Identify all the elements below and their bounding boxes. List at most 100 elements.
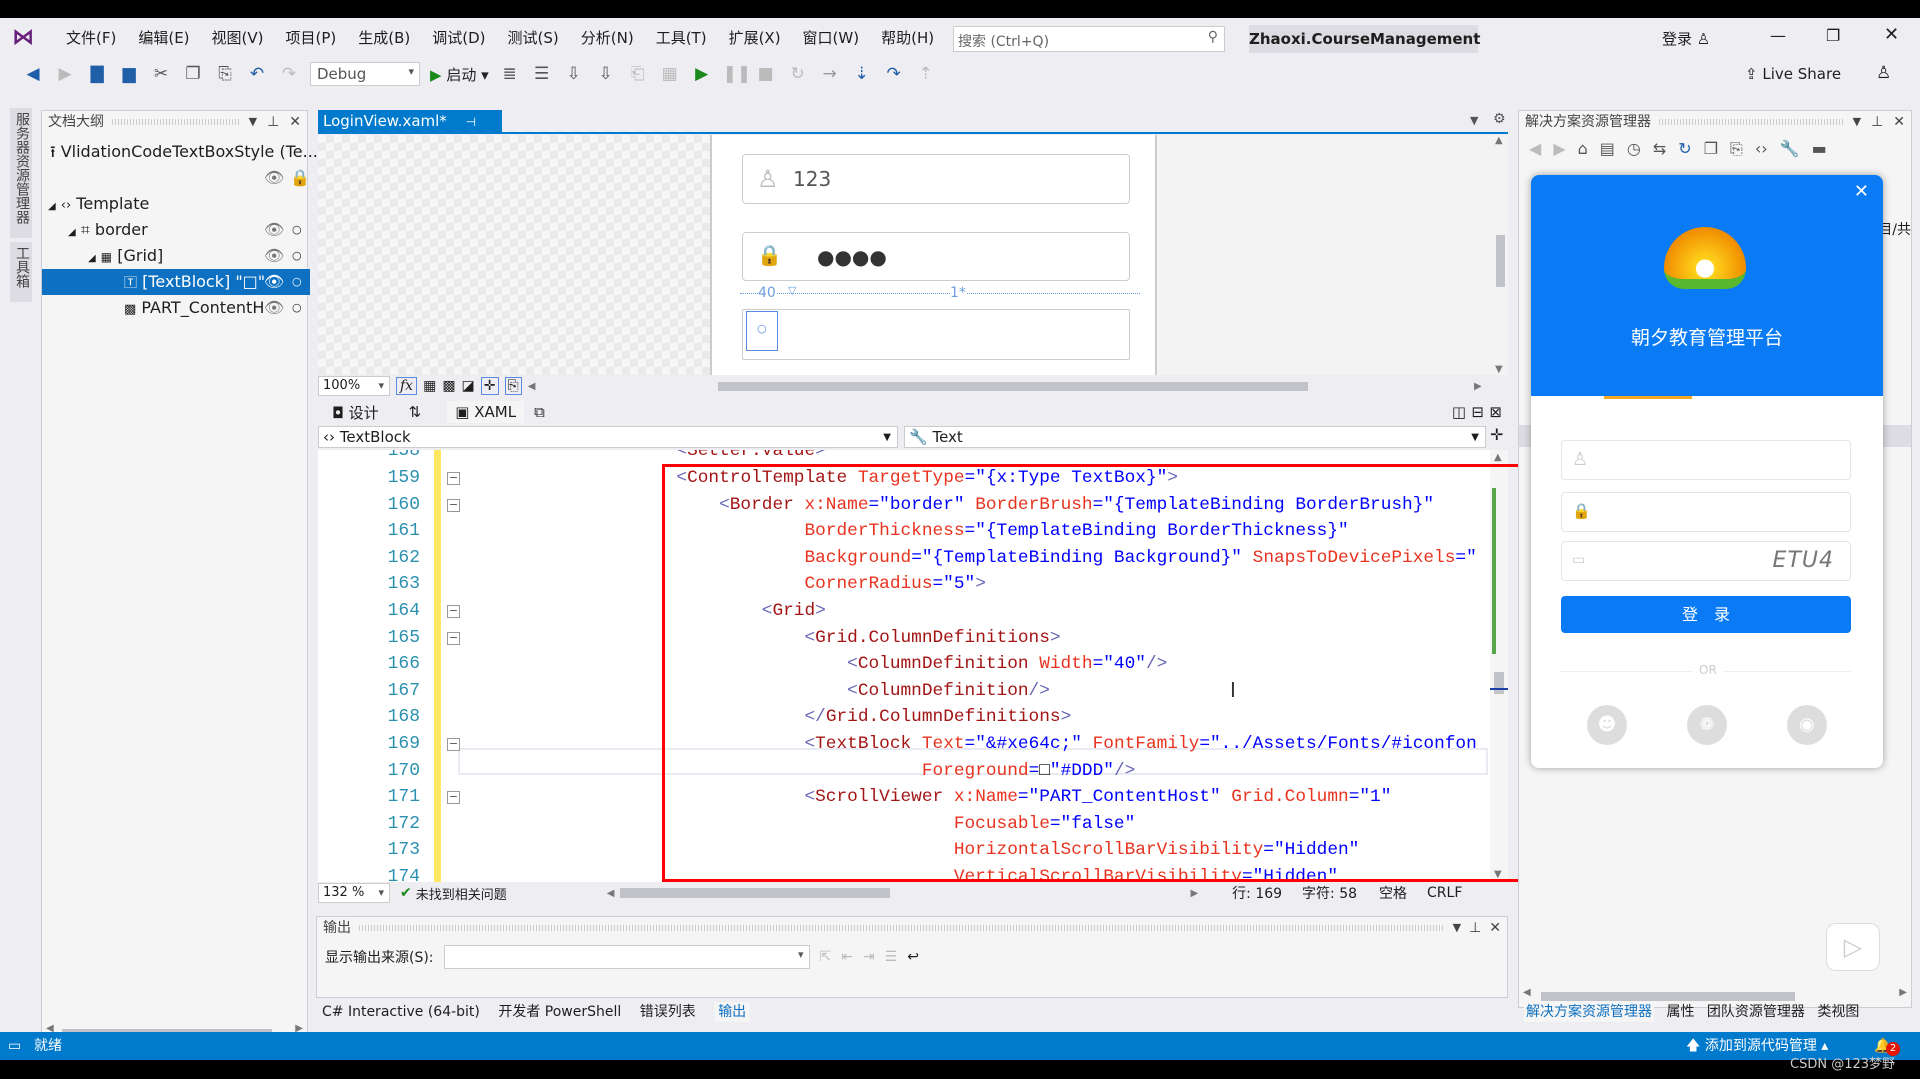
stop-icon[interactable]: ■: [755, 64, 777, 84]
pending-changes-icon[interactable]: ◷: [1627, 139, 1641, 159]
editor-tab-loginview[interactable]: LoginView.xaml* ⊣ ✕: [318, 110, 502, 153]
back-icon[interactable]: ◀: [22, 64, 44, 84]
save-all-icon[interactable]: ▆: [118, 64, 140, 84]
minimize-button[interactable]: —: [1770, 26, 1786, 45]
tab-class-view[interactable]: 类视图: [1817, 1004, 1859, 1020]
tab-output[interactable]: 输出: [714, 1002, 751, 1022]
menu-debug[interactable]: 调试(D): [421, 27, 496, 49]
comment-icon[interactable]: ☰: [531, 64, 553, 84]
menu-edit[interactable]: 编辑(E): [127, 27, 200, 49]
close-icon[interactable]: ✕: [289, 111, 301, 133]
close-icon[interactable]: ✕: [1893, 111, 1905, 133]
menu-file[interactable]: 文件(F): [55, 27, 127, 49]
menu-test[interactable]: 测试(S): [497, 27, 570, 49]
toolbox-tab[interactable]: 工具箱: [10, 242, 32, 302]
menu-build[interactable]: 生成(B): [347, 27, 421, 49]
start-button[interactable]: ▶ 启动 ▾: [430, 64, 489, 85]
login-password-field[interactable]: 🔒: [1561, 492, 1851, 532]
scroll-left-icon[interactable]: ◀: [528, 381, 536, 392]
scroll-right-icon[interactable]: ▶: [1474, 381, 1482, 392]
search-box[interactable]: 搜索 (Ctrl+Q) ⚲: [953, 26, 1225, 52]
captcha-preview-field[interactable]: [742, 309, 1130, 360]
popout-icon[interactable]: ⧉: [534, 403, 545, 421]
split-vertical-icon[interactable]: ◫: [1452, 403, 1466, 421]
tab-overflow-icon[interactable]: ▼: [1470, 114, 1478, 127]
pin-icon[interactable]: ⊥: [1469, 917, 1481, 939]
tree-item-border[interactable]: ◢ ⌗ border 👁 ○: [42, 217, 310, 243]
attach-icon[interactable]: ⎗: [627, 64, 649, 84]
xaml-designer[interactable]: ♙ 123 🔒 ●●●● 40 ▽ 1* ○ ▲ ▼: [318, 135, 1508, 393]
collapse-icon[interactable]: −: [447, 791, 460, 805]
cut-icon[interactable]: ✂: [150, 64, 172, 84]
scroll-up-icon[interactable]: ▲: [1495, 135, 1503, 146]
feedback-icon[interactable]: ♙: [1876, 63, 1891, 83]
save-icon[interactable]: ▇: [86, 64, 108, 84]
snap-lines-icon[interactable]: ✛: [480, 377, 499, 395]
collapse-all-icon[interactable]: ❐: [1704, 139, 1718, 159]
swap-panes-icon[interactable]: ⇅: [409, 403, 422, 421]
username-preview-field[interactable]: ♙ 123: [742, 154, 1130, 204]
menu-view[interactable]: 视图(V): [201, 27, 275, 49]
copy-icon[interactable]: ❐: [182, 64, 204, 84]
sign-in-button[interactable]: 登录 ♙: [1662, 28, 1710, 49]
preview-icon[interactable]: ▬: [1812, 139, 1827, 159]
paste-icon[interactable]: ⎘: [214, 64, 236, 84]
dropdown-icon[interactable]: ▼: [1853, 111, 1861, 133]
artboard-icon[interactable]: ◪: [462, 378, 475, 394]
collapse-icon[interactable]: −: [447, 631, 460, 645]
close-icon[interactable]: ✕: [1854, 181, 1869, 202]
back-icon[interactable]: ◀: [1529, 139, 1541, 159]
lock-dot-icon[interactable]: ○: [292, 217, 302, 243]
sync-icon[interactable]: ⇆: [1653, 139, 1666, 159]
qq-login-button[interactable]: ☻: [1587, 705, 1627, 745]
designer-vertical-scrollbar[interactable]: ▲ ▼: [1492, 135, 1508, 375]
tree-item-textblock[interactable]: 🅃 [TextBlock] "□" 👁 ○: [42, 269, 310, 295]
designer-zoom-dropdown[interactable]: 100%: [318, 376, 390, 396]
editor-zoom-dropdown[interactable]: 132 %: [318, 883, 390, 903]
column-splitter-icon[interactable]: ▽: [788, 284, 796, 297]
pin-icon[interactable]: ⊣: [466, 115, 476, 129]
element-selector[interactable]: ‹› TextBlock ▼: [318, 426, 898, 448]
weibo-login-button[interactable]: ◉: [1787, 705, 1827, 745]
lock-dot-icon[interactable]: ○: [292, 295, 302, 321]
video-play-overlay-button[interactable]: ▷: [1826, 923, 1880, 971]
switch-views-icon[interactable]: ▤: [1600, 139, 1615, 159]
tab-solution-explorer[interactable]: 解决方案资源管理器: [1524, 1002, 1654, 1022]
login-submit-button[interactable]: 登 录: [1561, 596, 1851, 633]
properties-icon[interactable]: 🔧: [1780, 139, 1800, 159]
eye-icon[interactable]: 👁: [264, 243, 284, 269]
tree-item-content-host[interactable]: ▩ PART_ContentH 👁 ○: [42, 295, 310, 321]
bookmark-icon[interactable]: ⇩: [563, 64, 585, 84]
pin-icon[interactable]: ⊥: [267, 111, 279, 133]
split-horizontal-icon[interactable]: ⊟: [1471, 403, 1484, 421]
step-over-icon[interactable]: ↷: [883, 64, 905, 84]
code-horizontal-scrollbar-thumb[interactable]: [620, 888, 891, 898]
scroll-right-icon[interactable]: ▶: [1899, 987, 1907, 998]
output-source-dropdown[interactable]: [443, 945, 810, 969]
outline-root[interactable]: ⭱ VlidationCodeTextBoxStyle (Te...: [42, 139, 318, 165]
lock-dot-icon[interactable]: ○: [292, 269, 302, 295]
collapse-icon[interactable]: −: [447, 472, 460, 485]
scrollbar-thumb[interactable]: [1496, 235, 1505, 287]
split-editor-icon[interactable]: ✛: [1490, 425, 1503, 444]
bookmark-next-icon[interactable]: ⇩: [595, 64, 617, 84]
captcha-image[interactable]: ETU4: [1773, 548, 1834, 573]
eye-icon[interactable]: 👁: [264, 295, 285, 321]
forward-icon[interactable]: ▶: [54, 64, 76, 84]
grid-icon[interactable]: ▦: [423, 378, 436, 394]
scroll-left-icon[interactable]: ◀: [1523, 987, 1531, 998]
live-share-button[interactable]: ⇪ Live Share: [1745, 65, 1841, 83]
login-username-field[interactable]: ♙: [1561, 440, 1851, 480]
designer-horizontal-scrollbar[interactable]: [718, 382, 1308, 391]
step-into-icon[interactable]: ⇣: [851, 64, 873, 84]
lock-dot-icon[interactable]: ○: [292, 243, 302, 269]
forward-icon[interactable]: ▶: [1553, 139, 1565, 159]
tab-xaml[interactable]: ▣ XAML: [447, 401, 525, 423]
dropdown-icon[interactable]: ▼: [1453, 917, 1461, 939]
dropdown-icon[interactable]: ▼: [249, 111, 257, 133]
login-captcha-field[interactable]: ▭ ETU4: [1561, 541, 1851, 581]
scroll-left-icon[interactable]: ◀: [607, 888, 615, 899]
menu-tools[interactable]: 工具(T): [645, 27, 718, 49]
eye-icon[interactable]: 👁: [264, 165, 284, 191]
show-all-files-icon[interactable]: ⎘: [1730, 139, 1743, 159]
